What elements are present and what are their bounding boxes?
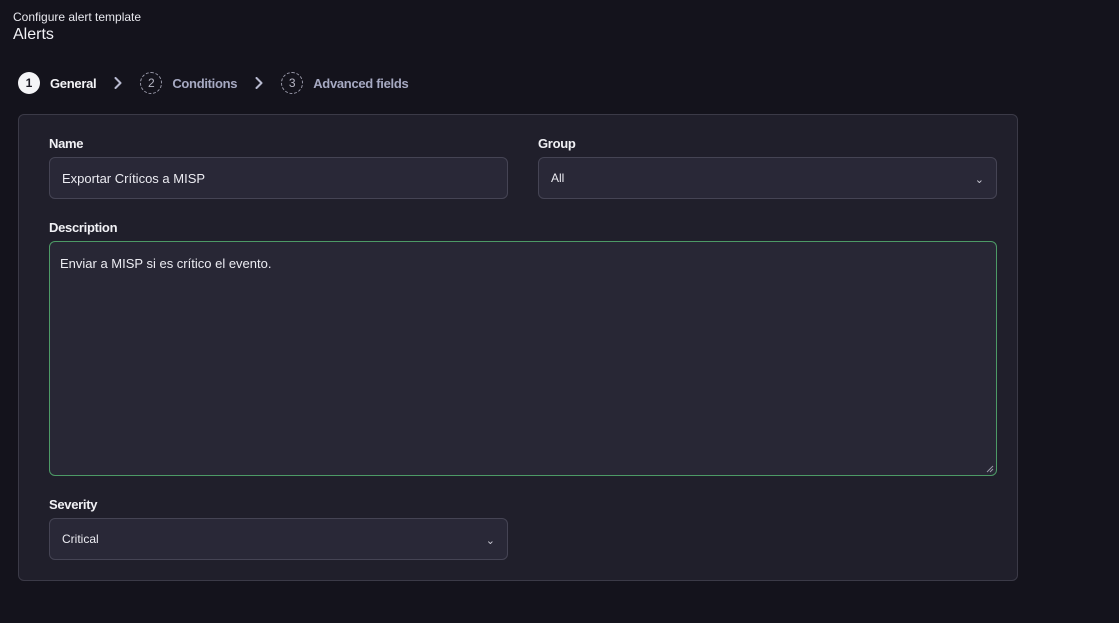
step-number-2: 2 xyxy=(140,72,163,94)
chevron-right-icon xyxy=(244,77,274,89)
page-header: Configure alert template Alerts xyxy=(13,10,141,45)
step-label-general: General xyxy=(50,75,97,91)
step-number-1: 1 xyxy=(18,72,40,94)
chevron-right-icon xyxy=(103,77,133,89)
severity-label: Severity xyxy=(49,497,98,512)
description-textarea[interactable]: Enviar a MISP si es crítico el evento. xyxy=(49,241,997,476)
resize-grip-icon[interactable] xyxy=(986,465,994,473)
chevron-down-icon: ⌄ xyxy=(974,173,984,186)
step-label-advanced-fields: Advanced fields xyxy=(313,75,409,91)
page-title: Alerts xyxy=(13,26,54,43)
stepper: 1 General 2 Conditions 3 Advanced fields xyxy=(18,72,409,94)
step-label-conditions: Conditions xyxy=(172,75,238,91)
chevron-down-icon: ⌄ xyxy=(485,534,495,547)
severity-select[interactable]: Critical ⌄ xyxy=(49,518,508,560)
step-conditions[interactable]: 2 Conditions xyxy=(140,72,238,94)
name-input-value: Exportar Críticos a MISP xyxy=(62,170,206,186)
severity-select-value: Critical xyxy=(62,532,99,546)
page-subtitle: Configure alert template xyxy=(13,10,142,24)
description-textarea-value: Enviar a MISP si es crítico el evento. xyxy=(60,256,272,271)
name-input[interactable]: Exportar Críticos a MISP xyxy=(49,157,508,199)
name-label: Name xyxy=(49,136,84,151)
description-label: Description xyxy=(49,220,118,235)
group-label: Group xyxy=(538,136,576,151)
group-select-value: All xyxy=(551,171,565,185)
form-card: Name Exportar Críticos a MISP Group All … xyxy=(18,114,1018,581)
group-select[interactable]: All ⌄ xyxy=(538,157,997,199)
step-advanced-fields[interactable]: 3 Advanced fields xyxy=(281,72,409,94)
step-general[interactable]: 1 General xyxy=(18,72,97,94)
step-number-3: 3 xyxy=(281,72,304,94)
